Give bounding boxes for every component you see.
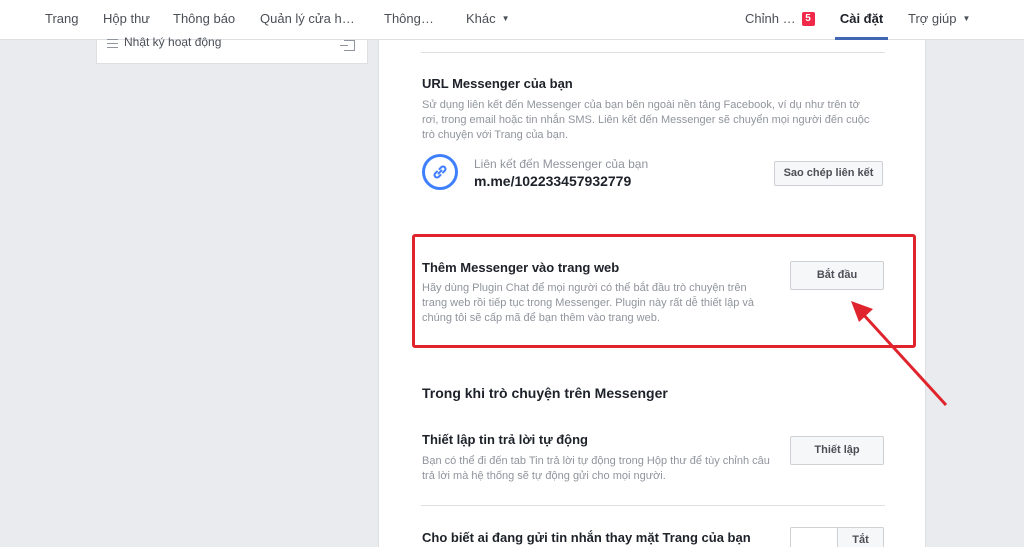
- url-section-description: Sử dụng liên kết đến Messenger của bạn b…: [422, 99, 870, 141]
- sidebar-item-label: Nhật ký hoạt động: [124, 35, 222, 49]
- nav-item-khac[interactable]: Khác ▼: [466, 0, 510, 40]
- toggle-off-option[interactable]: Tắt: [837, 528, 883, 547]
- caret-down-icon: ▼: [962, 14, 971, 23]
- nav-item-edit[interactable]: Chỉnh … 5: [745, 0, 815, 40]
- nav-item-settings[interactable]: Cài đặt: [835, 0, 888, 40]
- sender-toggle[interactable]: Tắt: [790, 527, 884, 547]
- divider: [421, 52, 885, 53]
- nav-item-help-label: Trợ giúp: [908, 11, 957, 26]
- nav-item-quan-ly[interactable]: Quản lý cửa h…: [260, 0, 355, 40]
- nav-item-hop-thu[interactable]: Hộp thư: [103, 0, 150, 40]
- auto-reply-setup-button[interactable]: Thiết lập: [790, 436, 884, 465]
- sender-section-title: Cho biết ai đang gửi tin nhắn thay mặt T…: [422, 530, 751, 545]
- chat-section-heading: Trong khi trò chuyện trên Messenger: [422, 385, 668, 401]
- nav-item-edit-label: Chỉnh …: [745, 11, 796, 26]
- link-icon: [422, 154, 458, 190]
- list-icon: [107, 39, 118, 48]
- nav-item-trang[interactable]: Trang: [45, 0, 78, 40]
- auto-reply-description: Bạn có thể đi đến tab Tin trả lời tự độn…: [422, 455, 770, 482]
- messenger-link-caption: Liên kết đến Messenger của bạn: [474, 157, 649, 171]
- annotation-highlight-box: [412, 234, 916, 348]
- copy-link-button[interactable]: Sao chép liên kết: [774, 161, 883, 186]
- nav-item-khac-label: Khác: [466, 11, 496, 26]
- nav-item-thong-tin[interactable]: Thông…: [384, 0, 434, 40]
- top-navigation-bar: Trang Hộp thư Thông báo Quản lý cửa h… T…: [0, 0, 1024, 40]
- nav-item-help[interactable]: Trợ giúp ▼: [908, 0, 970, 40]
- sidebar-item-activity-log[interactable]: Nhật ký hoạt động: [107, 35, 222, 62]
- url-section-title: URL Messenger của bạn: [422, 76, 573, 91]
- exit-icon[interactable]: [340, 40, 355, 51]
- caret-down-icon: ▼: [501, 14, 510, 23]
- messenger-link-value: m.me/102233457932779: [474, 173, 632, 189]
- nav-item-thong-bao[interactable]: Thông báo: [173, 0, 235, 40]
- notification-badge: 5: [801, 12, 815, 26]
- auto-reply-title: Thiết lập tin trả lời tự động: [422, 432, 588, 447]
- divider: [421, 505, 885, 506]
- sidebar: Nhật ký hoạt động: [96, 35, 368, 64]
